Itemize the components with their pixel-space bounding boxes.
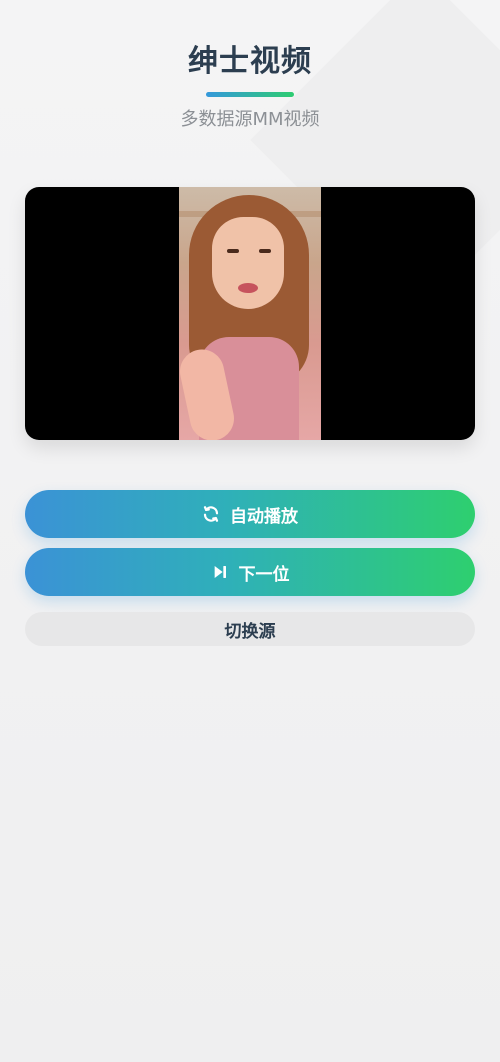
video-subject-eye (227, 249, 239, 253)
switch-source-button[interactable]: 切换源 (25, 612, 475, 646)
video-player[interactable] (25, 187, 475, 440)
auto-play-label: 自动播放 (230, 506, 298, 527)
page-header: 绅士视频 多数据源MM视频 (0, 0, 500, 133)
video-frame (179, 187, 321, 440)
skip-forward-icon (211, 563, 229, 581)
video-subject-eye (259, 249, 271, 253)
page-subtitle: 多数据源MM视频 (180, 109, 320, 130)
auto-play-button[interactable]: 自动播放 (25, 490, 475, 538)
next-label: 下一位 (238, 564, 290, 585)
video-subject-face (212, 217, 284, 309)
next-button[interactable]: 下一位 (25, 548, 475, 596)
video-subject-mouth (238, 283, 258, 293)
switch-source-label: 切换源 (224, 621, 276, 642)
title-underline (206, 92, 294, 97)
refresh-icon (202, 505, 220, 523)
page-title: 绅士视频 (188, 44, 312, 79)
